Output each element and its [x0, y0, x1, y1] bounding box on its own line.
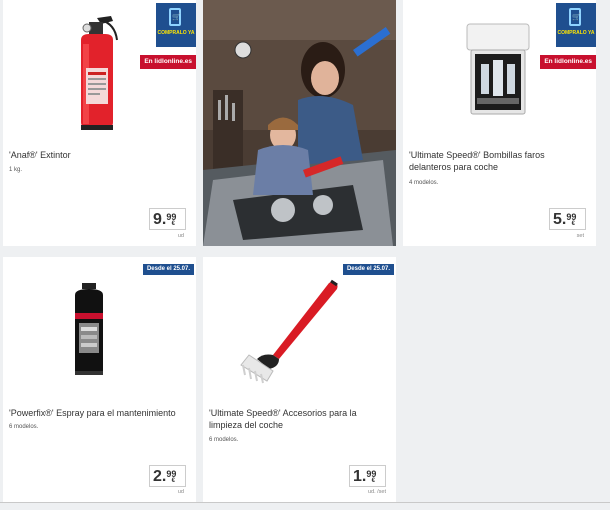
price-box: 2. 99 €	[149, 465, 186, 487]
price-integer: 5.	[553, 211, 567, 228]
currency-symbol: €	[171, 478, 175, 484]
price-integer: 1.	[353, 468, 367, 485]
badge-text: COMPRALO YA	[557, 30, 595, 36]
product-card-bombillas[interactable]: 🛒 COMPRALO YA En lidlonline.es 'Ultimate…	[403, 0, 596, 246]
price-box: 9. 99 €	[149, 208, 186, 230]
date-tag: Desde el 25.07.	[142, 264, 194, 275]
product-title[interactable]: 'Powerfix®' Espray para el mantenimiento	[9, 407, 189, 419]
currency-symbol: €	[371, 478, 375, 484]
fire-extinguisher-image[interactable]	[67, 10, 127, 134]
price-integer: 9.	[153, 211, 167, 228]
product-title[interactable]: 'Ultimate Speed®' Bombillas faros delant…	[409, 149, 589, 173]
product-subtitle: 4 modelos.	[409, 180, 439, 186]
product-subtitle: 1 kg.	[9, 167, 23, 173]
price-box: 1. 99 €	[349, 465, 386, 487]
headlight-bulbs-image[interactable]	[465, 20, 531, 120]
spray-can-image[interactable]	[71, 283, 107, 379]
currency-symbol: €	[171, 221, 175, 227]
garage-scene-image	[203, 0, 396, 246]
price-unit: ud. /set	[367, 489, 386, 495]
price-unit: set	[576, 233, 584, 239]
cart-icon: 🛒	[172, 14, 181, 21]
product-title[interactable]: 'Ultimate Speed®' Accesorios para la lim…	[209, 407, 389, 431]
product-subtitle: 6 modelos.	[9, 424, 39, 430]
wash-brush-image[interactable]	[239, 275, 343, 385]
promo-photo[interactable]	[203, 0, 396, 246]
compralo-ya-badge[interactable]: 🛒 COMPRALO YA	[156, 3, 196, 47]
product-title[interactable]: 'Anaf®' Extintor	[9, 149, 189, 161]
badge-text: COMPRALO YA	[157, 30, 195, 36]
price-integer: 2.	[153, 468, 167, 485]
currency-symbol: €	[571, 221, 575, 227]
date-tag: Desde el 25.07.	[342, 264, 394, 275]
price-unit: ud	[177, 489, 184, 495]
price-unit: ud	[177, 233, 184, 239]
product-card-extintor[interactable]: 🛒 COMPRALO YA En lidlonline.es 'Anaf®' E…	[3, 0, 196, 246]
page-bottom-divider	[0, 502, 610, 503]
cart-icon: 🛒	[572, 14, 581, 21]
online-tag[interactable]: En lidlonline.es	[140, 55, 196, 69]
price-box: 5. 99 €	[549, 208, 586, 230]
compralo-ya-badge[interactable]: 🛒 COMPRALO YA	[556, 3, 596, 47]
product-subtitle: 6 modelos.	[209, 437, 239, 443]
online-tag[interactable]: En lidlonline.es	[540, 55, 596, 69]
product-card-cepillo[interactable]: Desde el 25.07. 'Ultimate Speed®' Acceso…	[203, 257, 396, 502]
product-card-spray[interactable]: Desde el 25.07. 'Powerfix®' Espray para …	[3, 257, 196, 502]
